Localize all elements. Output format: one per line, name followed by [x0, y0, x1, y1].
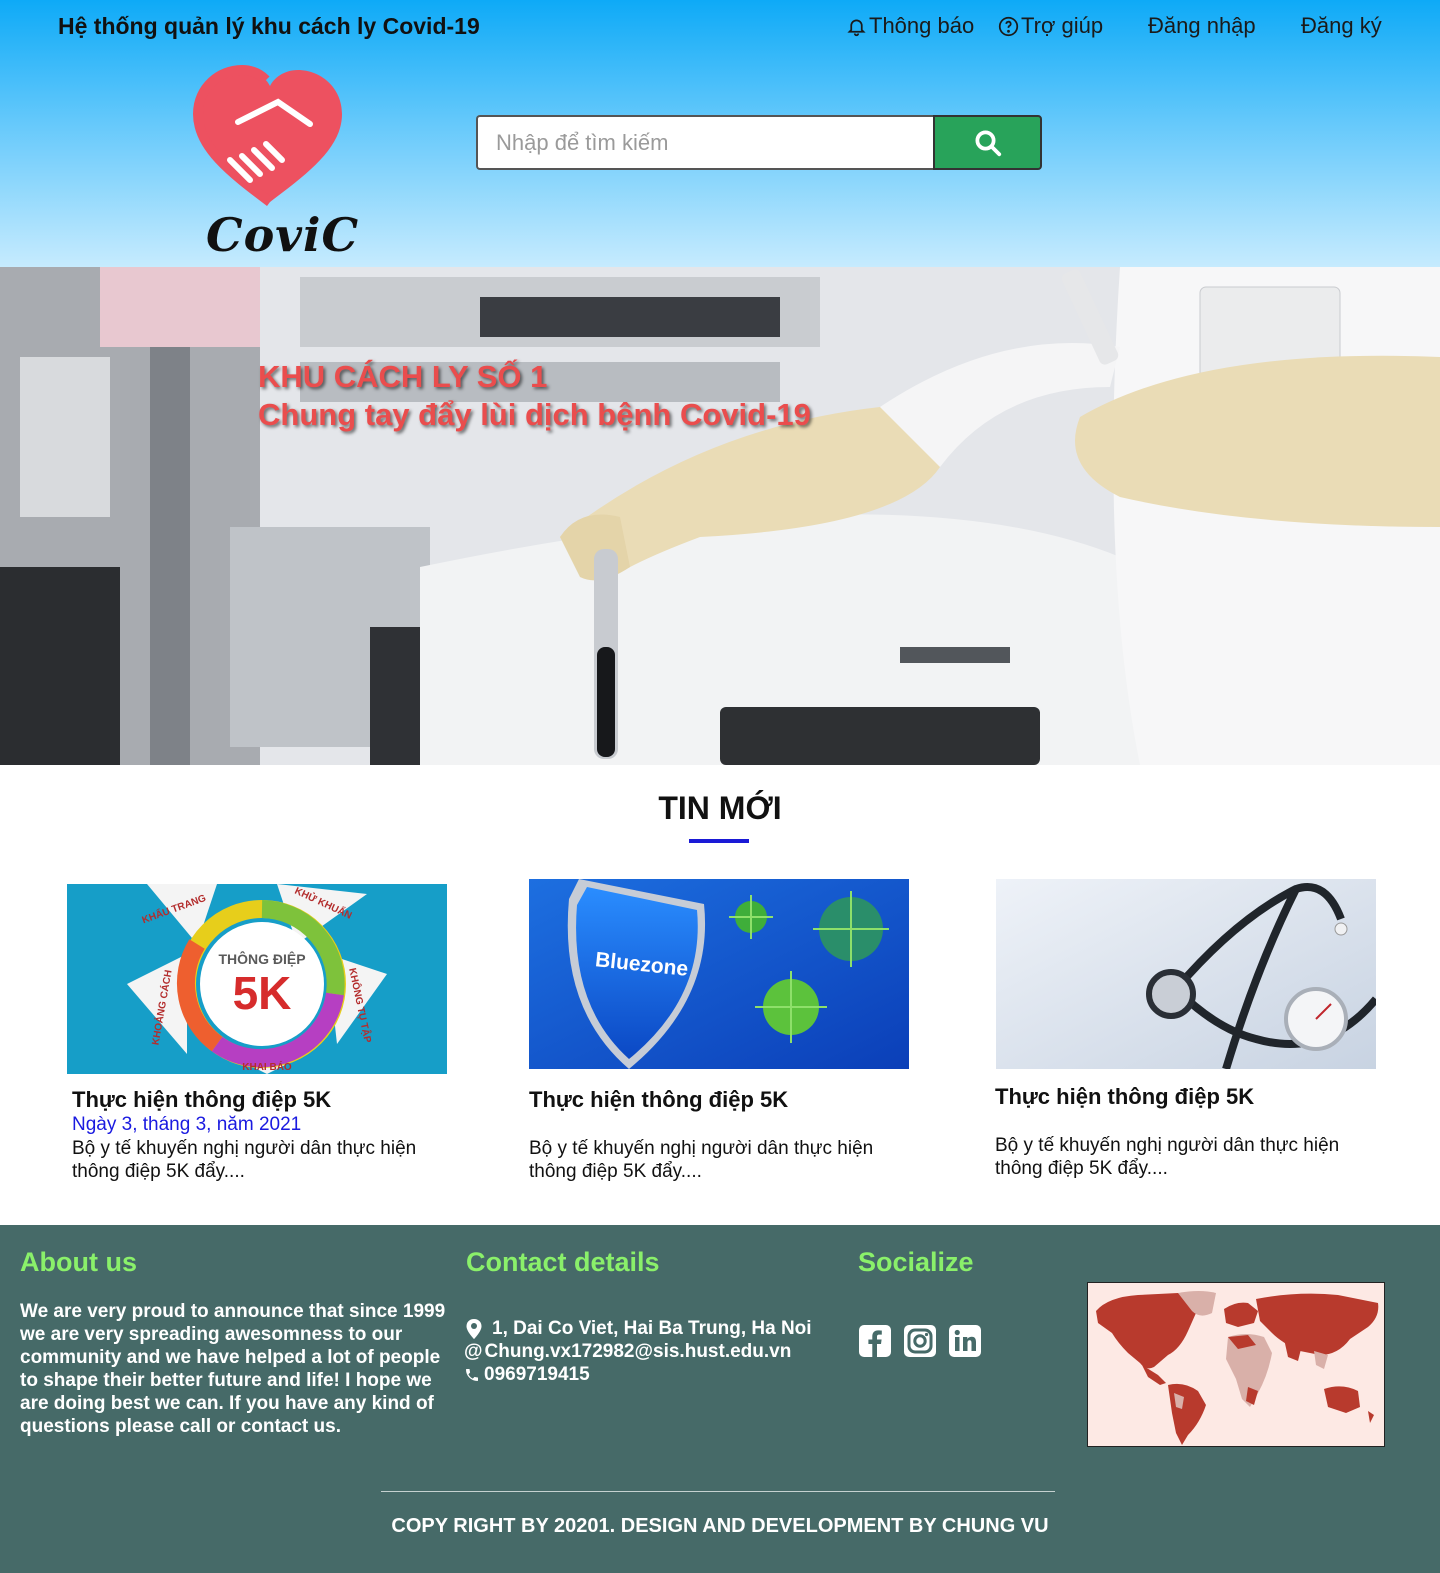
- search-icon: [975, 130, 1001, 156]
- at-icon: @: [464, 1341, 483, 1362]
- bluezone-image: Bluezone: [529, 879, 909, 1069]
- site-footer: About us We are very proud to announce t…: [0, 1225, 1440, 1573]
- nav-login[interactable]: Đăng nhập: [1148, 13, 1256, 39]
- contact-email-text: Chung.vx172982@sis.hust.edu.vn: [484, 1341, 792, 1362]
- news-card-2-desc: Bộ y tế khuyến nghị người dân thực hiện …: [529, 1138, 874, 1182]
- search-input[interactable]: [476, 115, 934, 170]
- copyright-text: COPY RIGHT BY 20201. DESIGN AND DEVELOPM…: [391, 1515, 1049, 1537]
- nav-notifications[interactable]: Thông báo: [846, 13, 974, 39]
- nav-help-label: Trợ giúp: [1021, 13, 1104, 38]
- contact-address: 1, Dai Co Viet, Hai Ba Trung, Ha Noi: [466, 1318, 812, 1340]
- hero-heading: KHU CÁCH LY SỐ 1: [258, 359, 548, 394]
- nav-register-label: Đăng ký: [1301, 13, 1382, 38]
- bell-icon: [847, 19, 866, 36]
- contact-address-text: 1, Dai Co Viet, Hai Ba Trung, Ha Noi: [492, 1318, 812, 1339]
- instagram-icon[interactable]: [903, 1324, 937, 1358]
- news-card-1-date: Ngày 3, tháng 3, năm 2021: [72, 1114, 302, 1135]
- news-card-1-desc: Bộ y tế khuyến nghị người dân thực hiện …: [72, 1138, 417, 1182]
- hero-lab-image: [0, 267, 1440, 765]
- facebook-icon[interactable]: [858, 1324, 892, 1358]
- news-card-1-title[interactable]: Thực hiện thông điệp 5K: [72, 1087, 331, 1113]
- stethoscope-image: [996, 879, 1376, 1069]
- world-map-image: [1088, 1283, 1384, 1446]
- news-card-3-title[interactable]: Thực hiện thông điệp 5K: [995, 1084, 1254, 1110]
- nav-login-label: Đăng nhập: [1148, 13, 1256, 38]
- logo-text: CoviC: [206, 208, 360, 262]
- section-underline: [689, 839, 749, 843]
- hero-banner: KHU CÁCH LY SỐ 1 Chung tay đẩy lùi dịch …: [0, 267, 1440, 765]
- 5k-message-image: THÔNG ĐIỆP 5K KHẨU TRANG KHỬ KHUẨN KHOẢN…: [67, 884, 447, 1074]
- news-card-3-desc: Bộ y tế khuyến nghị người dân thực hiện …: [995, 1135, 1340, 1179]
- help-icon: [998, 16, 1019, 36]
- site-header: Hệ thống quản lý khu cách ly Covid-19 Th…: [0, 0, 1440, 267]
- contact-email[interactable]: @ Chung.vx172982@sis.hust.edu.vn: [464, 1341, 791, 1363]
- nav-register[interactable]: Đăng ký: [1301, 13, 1382, 39]
- news-card-2-title[interactable]: Thực hiện thông điệp 5K: [529, 1087, 788, 1113]
- location-pin-icon: [466, 1319, 482, 1339]
- footer-divider: [381, 1491, 1055, 1492]
- search-button[interactable]: [933, 115, 1042, 170]
- about-text: We are very proud to announce that since…: [20, 1301, 446, 1437]
- about-heading: About us: [20, 1247, 137, 1277]
- contact-phone-text: 0969719415: [484, 1364, 590, 1385]
- nav-help[interactable]: Trợ giúp: [998, 13, 1103, 39]
- linkedin-icon[interactable]: [948, 1324, 982, 1358]
- socialize-heading: Socialize: [858, 1247, 974, 1277]
- news-card-2-image[interactable]: Bluezone: [529, 879, 909, 1069]
- news-card-3-image[interactable]: [996, 879, 1376, 1069]
- 5k-image-big-text: 5K: [233, 967, 292, 1019]
- news-card-1-image[interactable]: THÔNG ĐIỆP 5K KHẨU TRANG KHỬ KHUẨN KHOẢN…: [67, 884, 447, 1074]
- 5k-petal-declare: KHAI BÁO: [242, 1060, 292, 1073]
- hero-subheading: Chung tay đẩy lùi dịch bệnh Covid-19: [258, 397, 811, 432]
- news-section-title: TIN MỚI: [658, 790, 782, 826]
- contact-phone[interactable]: 0969719415: [464, 1364, 590, 1386]
- phone-icon: [466, 1369, 478, 1381]
- contact-heading: Contact details: [466, 1247, 660, 1277]
- nav-notifications-label: Thông báo: [869, 13, 975, 38]
- 5k-image-header: THÔNG ĐIỆP: [218, 950, 305, 967]
- site-title: Hệ thống quản lý khu cách ly Covid-19: [58, 13, 480, 39]
- world-map: [1087, 1282, 1385, 1447]
